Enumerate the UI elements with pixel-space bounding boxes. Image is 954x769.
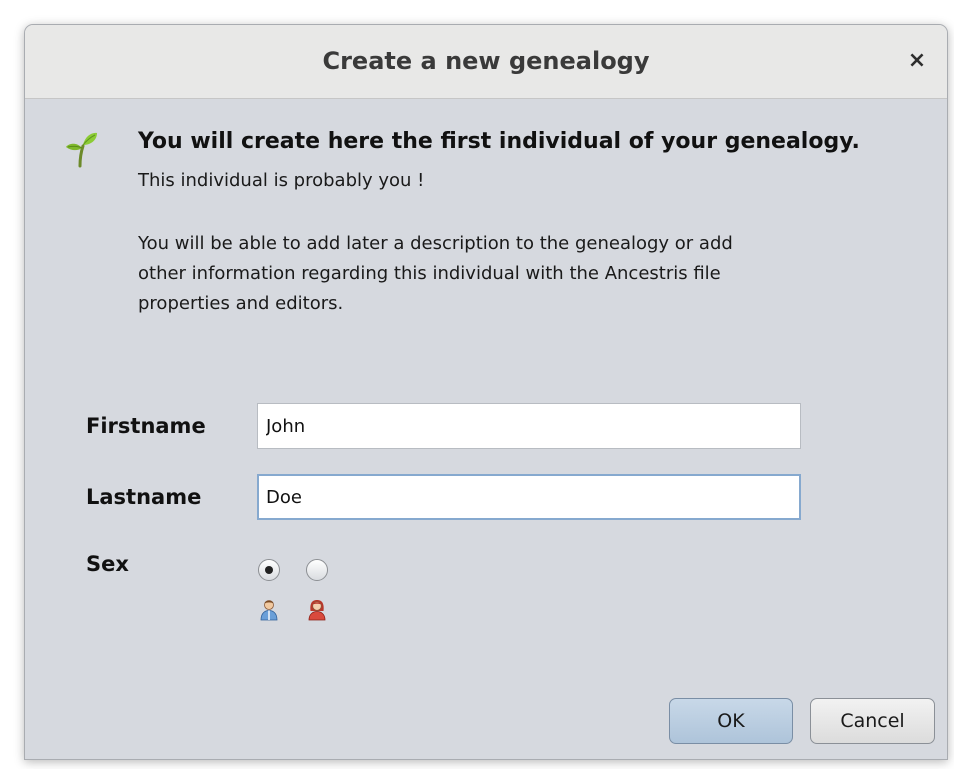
sex-label: Sex — [86, 552, 129, 576]
description-line: other information regarding this individ… — [138, 263, 721, 284]
cancel-button[interactable]: Cancel — [810, 698, 935, 744]
lastname-label: Lastname — [86, 485, 202, 509]
firstname-label: Firstname — [86, 414, 206, 438]
ok-button[interactable]: OK — [669, 698, 793, 744]
female-person-icon — [308, 600, 326, 621]
dialog-title: Create a new genealogy — [322, 47, 650, 75]
titlebar: Create a new genealogy × — [25, 25, 947, 99]
radio-selected-dot — [265, 566, 273, 574]
sex-male-radio[interactable] — [258, 559, 280, 581]
firstname-field[interactable] — [257, 403, 801, 449]
close-button[interactable]: × — [903, 47, 931, 75]
intro-heading: You will create here the first individua… — [138, 129, 860, 154]
male-person-icon — [260, 600, 278, 621]
description-line: You will be able to add later a descript… — [138, 233, 733, 254]
intro-description: You will be able to add later a descript… — [138, 229, 898, 319]
plant-sprout-icon — [66, 132, 97, 168]
lastname-field[interactable] — [257, 474, 801, 520]
description-line: properties and editors. — [138, 293, 344, 314]
sex-female-radio[interactable] — [306, 559, 328, 581]
new-genealogy-dialog: Create a new genealogy × You will create… — [24, 24, 948, 760]
intro-subheading: This individual is probably you ! — [138, 170, 425, 191]
